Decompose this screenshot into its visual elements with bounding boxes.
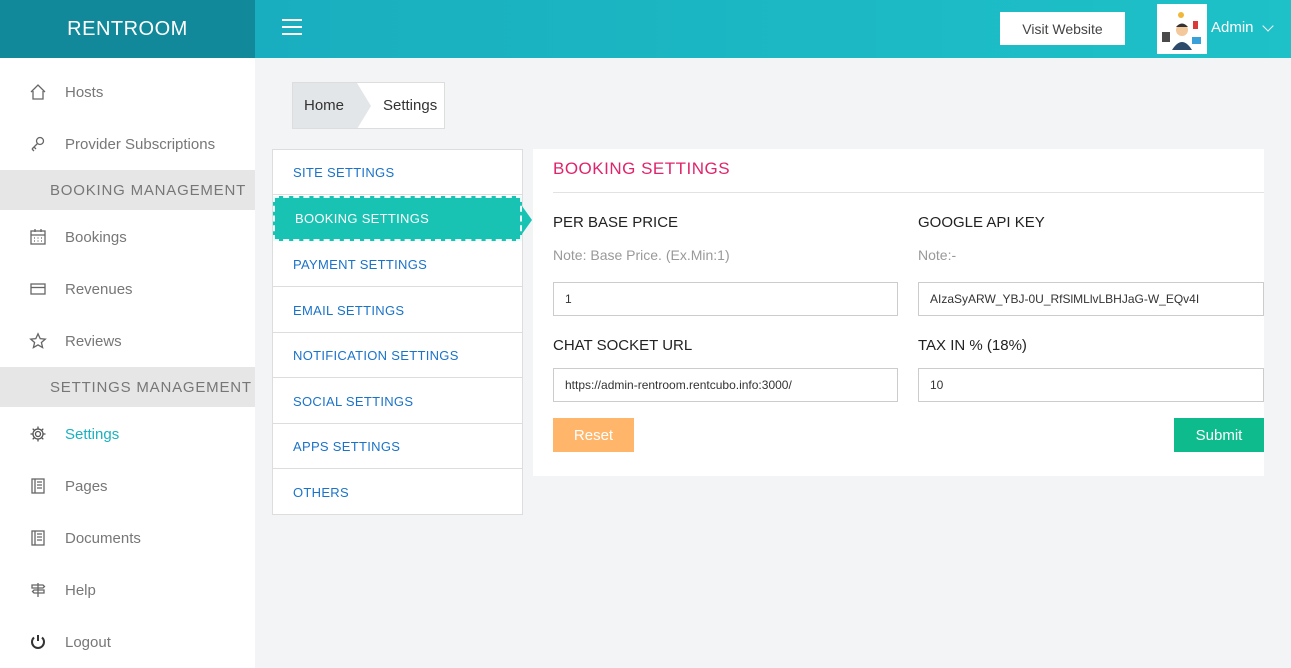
chat-socket-url-input[interactable]	[553, 368, 898, 402]
sidebar-item-label: Hosts	[65, 83, 104, 101]
sidebar-item-label: Provider Subscriptions	[65, 135, 216, 153]
home-icon	[28, 82, 48, 102]
power-icon	[28, 632, 48, 652]
brand-logo[interactable]: RENTROOM	[0, 0, 255, 58]
settings-tab-social[interactable]: SOCIAL SETTINGS	[273, 379, 522, 424]
visit-website-button[interactable]: Visit Website	[1000, 12, 1125, 45]
sidebar-item-settings[interactable]: Settings	[0, 414, 255, 454]
admin-name: Admin	[1211, 19, 1254, 36]
settings-tab-booking[interactable]: BOOKING SETTINGS	[273, 196, 532, 241]
calendar-icon	[28, 227, 48, 247]
gear-icon	[28, 424, 48, 444]
google-api-key-label: GOOGLE API KEY	[918, 214, 1045, 231]
sidebar-item-bookings[interactable]: Bookings	[0, 217, 255, 257]
chat-socket-url-label: CHAT SOCKET URL	[553, 337, 693, 354]
reset-button[interactable]: Reset	[553, 418, 634, 452]
book-icon	[28, 528, 48, 548]
section-header-settings: SETTINGS MANAGEMENT	[0, 367, 255, 407]
sidebar-item-label: Help	[65, 581, 96, 599]
google-api-key-input[interactable]	[918, 282, 1264, 316]
breadcrumb: Home Settings	[292, 82, 445, 129]
sidebar-item-revenues[interactable]: Revenues	[0, 269, 255, 309]
sidebar-item-label: Pages	[65, 477, 108, 495]
settings-tab-email[interactable]: EMAIL SETTINGS	[273, 288, 522, 333]
book-icon	[28, 476, 48, 496]
base-price-note: Note: Base Price. (Ex.Min:1)	[553, 247, 730, 263]
tax-label: TAX IN % (18%)	[918, 337, 1027, 354]
submit-button[interactable]: Submit	[1174, 418, 1264, 452]
sidebar-item-label: Documents	[65, 529, 141, 547]
booking-settings-panel: BOOKING SETTINGS PER BASE PRICE Note: Ba…	[533, 149, 1264, 476]
sidebar-item-logout[interactable]: Logout	[0, 622, 255, 662]
settings-tab-payment[interactable]: PAYMENT SETTINGS	[273, 242, 522, 287]
base-price-label: PER BASE PRICE	[553, 214, 679, 231]
sidebar-item-label: Bookings	[65, 228, 127, 246]
sidebar-item-documents[interactable]: Documents	[0, 518, 255, 558]
sidebar: Hosts Provider Subscriptions BOOKING MAN…	[0, 58, 255, 668]
panel-title: BOOKING SETTINGS	[553, 159, 731, 178]
divider	[553, 192, 1264, 193]
settings-tab-site[interactable]: SITE SETTINGS	[273, 150, 522, 195]
menu-toggle-icon[interactable]	[282, 19, 302, 37]
sidebar-item-label: Logout	[65, 633, 111, 651]
credit-card-icon	[28, 279, 48, 299]
star-icon	[28, 331, 48, 351]
key-icon	[28, 134, 48, 154]
settings-tab-notification[interactable]: NOTIFICATION SETTINGS	[273, 333, 522, 378]
google-api-key-note: Note:-	[918, 247, 957, 263]
sidebar-item-provider-subscriptions[interactable]: Provider Subscriptions	[0, 124, 255, 164]
sidebar-item-label: Settings	[65, 425, 120, 443]
settings-menu: SITE SETTINGS BOOKING SETTINGS PAYMENT S…	[272, 149, 532, 515]
settings-tab-others[interactable]: OTHERS	[273, 470, 522, 515]
sidebar-item-label: Reviews	[65, 332, 122, 350]
sidebar-item-help[interactable]: Help	[0, 570, 255, 610]
settings-tab-apps[interactable]: APPS SETTINGS	[273, 424, 522, 469]
avatar[interactable]	[1157, 4, 1207, 54]
base-price-input[interactable]	[553, 282, 898, 316]
chevron-down-icon	[1261, 19, 1274, 32]
top-navbar: Visit Website Admin	[255, 0, 1291, 58]
breadcrumb-home[interactable]: Home	[293, 83, 371, 129]
admin-user-menu[interactable]: Admin	[1211, 19, 1274, 36]
sidebar-item-label: Revenues	[65, 280, 133, 298]
signpost-icon	[28, 580, 48, 600]
section-header-booking: BOOKING MANAGEMENT	[0, 170, 255, 210]
sidebar-item-reviews[interactable]: Reviews	[0, 321, 255, 361]
tax-input[interactable]	[918, 368, 1264, 402]
sidebar-item-pages[interactable]: Pages	[0, 466, 255, 506]
sidebar-item-hosts[interactable]: Hosts	[0, 72, 255, 112]
